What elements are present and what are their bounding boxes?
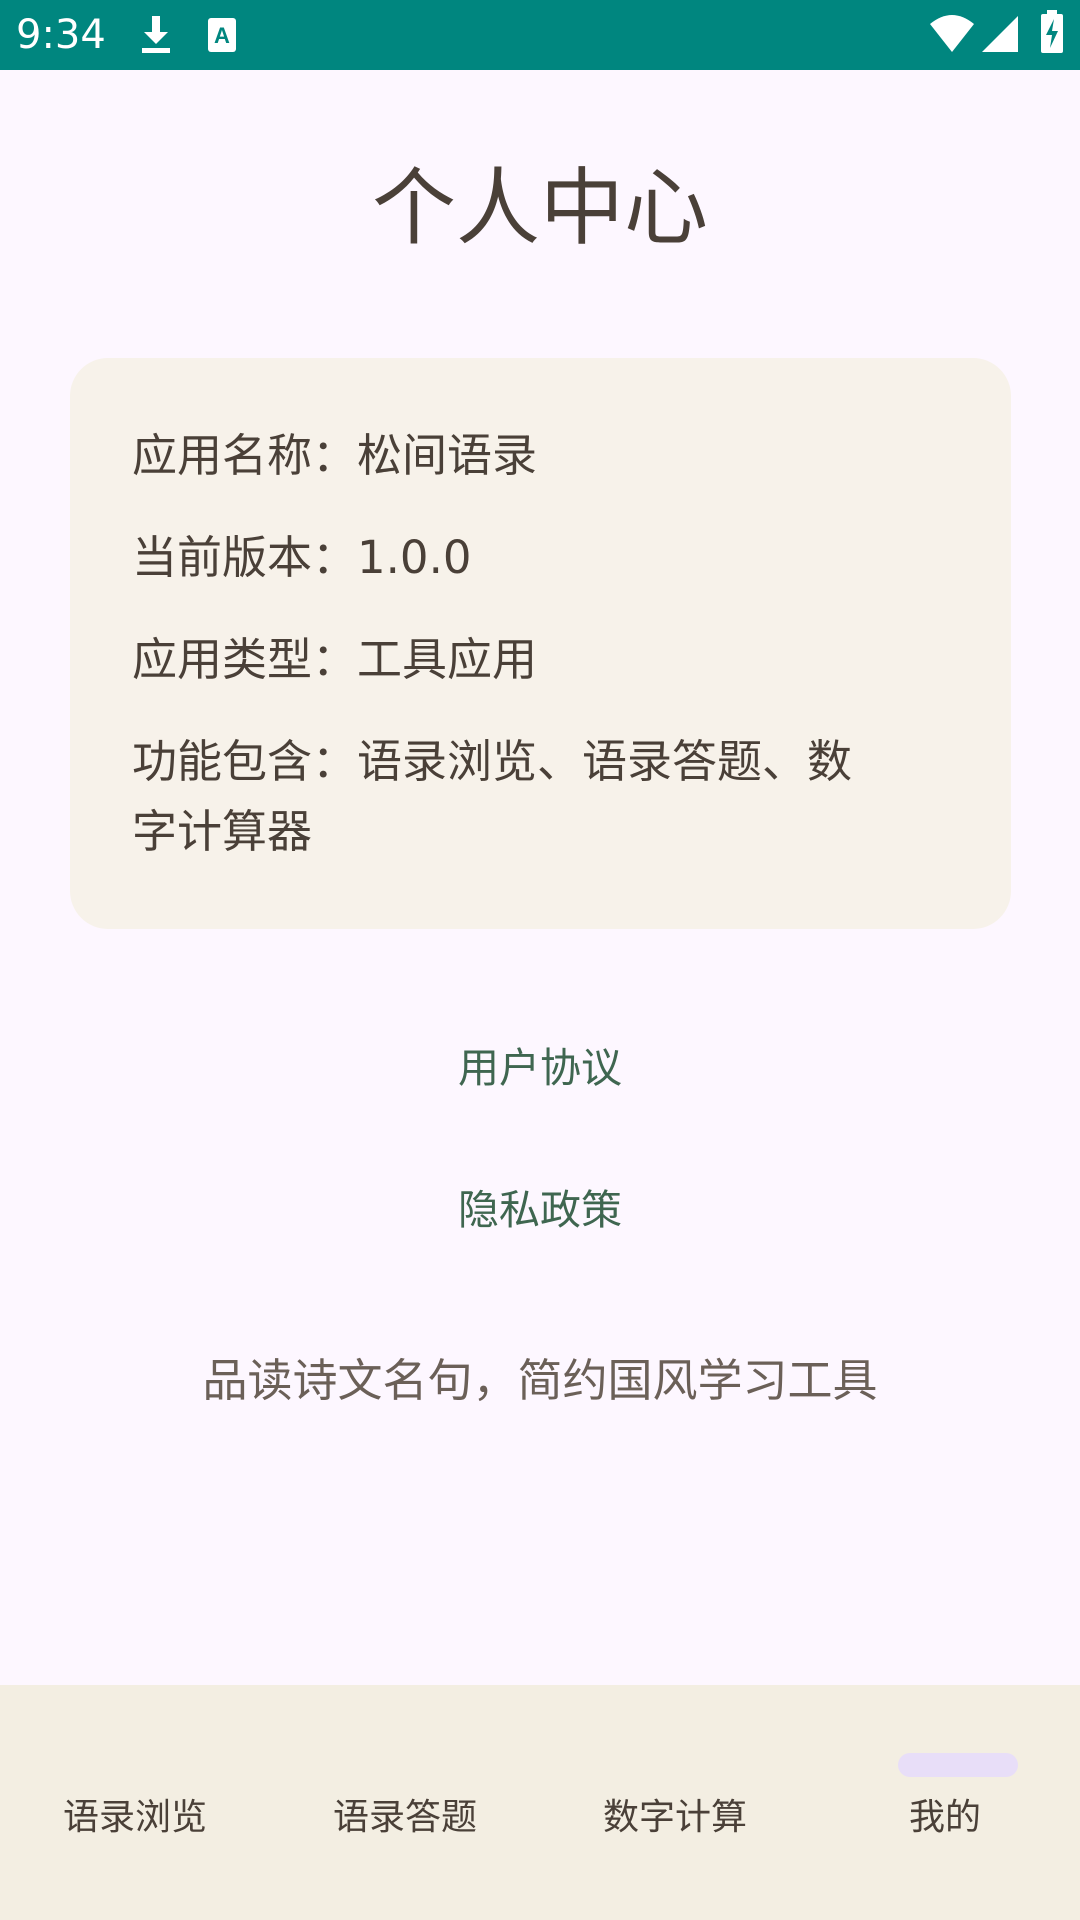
app-type-text: 应用类型：工具应用	[132, 633, 538, 686]
user-agreement-link[interactable]: 用户协议	[0, 1038, 1080, 1098]
nav-item-number-calc[interactable]: 数字计算	[540, 1685, 810, 1920]
page-title: 个人中心	[371, 159, 708, 257]
bottom-nav: 语录浏览 语录答题 数字计算 我的	[0, 1685, 1080, 1920]
slogan-text: 品读诗文名句，简约国风学习工具	[202, 1354, 878, 1407]
nav-item-quote-quiz[interactable]: 语录答题	[270, 1685, 540, 1920]
app-version-text: 当前版本：1.0.0	[132, 531, 472, 584]
wifi-icon	[930, 15, 974, 52]
nav-selected-indicator	[898, 1753, 1018, 1777]
signal-icon	[982, 16, 1018, 52]
nav-item-mine[interactable]: 我的	[820, 1685, 1080, 1920]
nav-label-quote-quiz: 语录答题	[332, 1797, 477, 1838]
nav-item-quote-browse[interactable]: 语录浏览	[0, 1685, 270, 1920]
nav-label-number-calc: 数字计算	[602, 1797, 747, 1838]
battery-charging-icon	[1041, 10, 1063, 53]
nav-label-quote-browse: 语录浏览	[62, 1797, 207, 1838]
app-features-text-line2: 字计算器	[132, 805, 313, 858]
nav-label-mine: 我的	[908, 1797, 981, 1838]
download-icon	[142, 16, 170, 53]
app-name-text: 应用名称：松间语录	[132, 429, 538, 482]
status-time: 9:34	[16, 12, 106, 58]
privacy-policy-link[interactable]: 隐私政策	[0, 1180, 1080, 1240]
status-bar: 9:34 A	[0, 0, 1080, 70]
svg-text:A: A	[214, 23, 230, 48]
app-features-text-line1: 功能包含：语录浏览、语录答题、数	[132, 735, 853, 788]
a-box-icon: A	[208, 18, 236, 52]
app-info-card: 应用名称：松间语录 当前版本：1.0.0 应用类型：工具应用 功能包含：语录浏览…	[70, 358, 1011, 929]
